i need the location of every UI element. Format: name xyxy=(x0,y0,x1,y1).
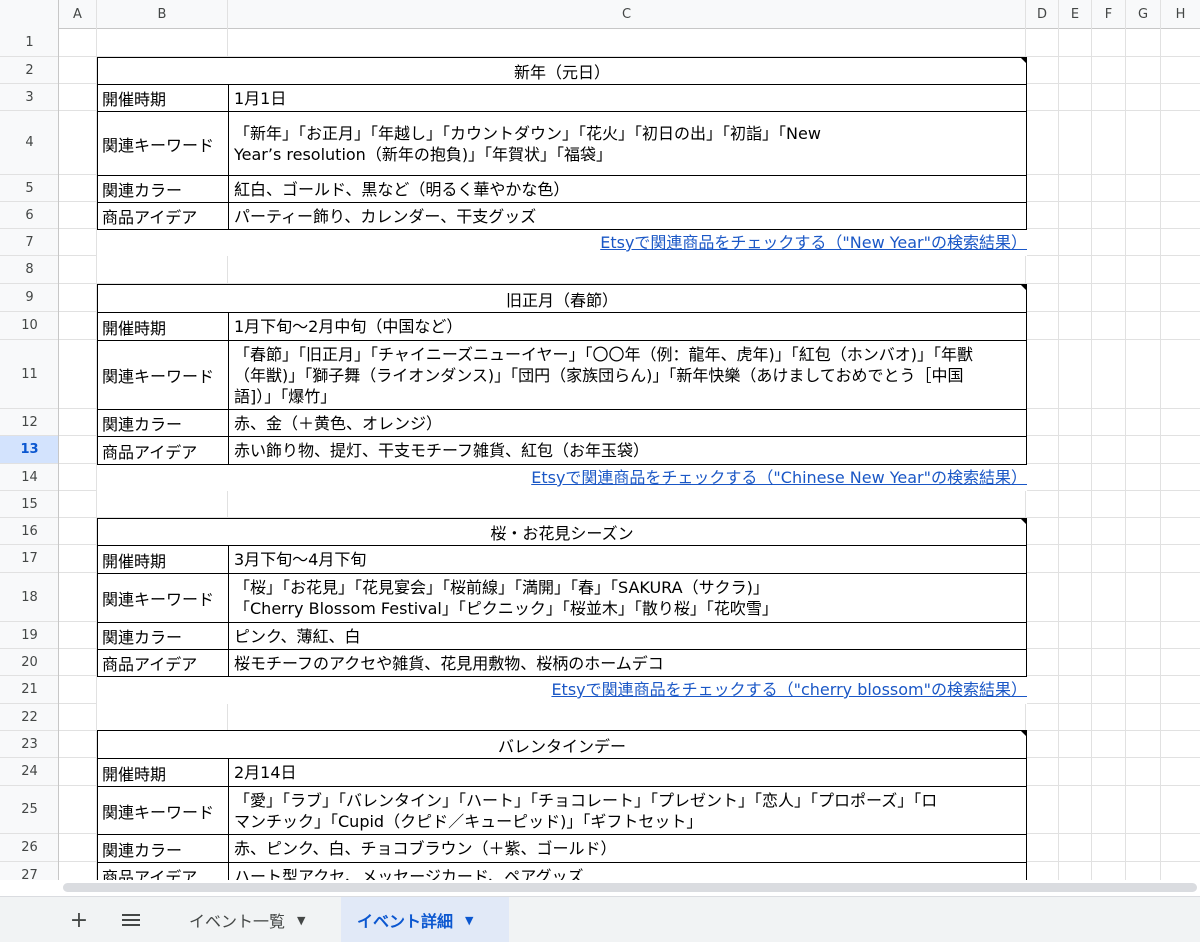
row-header[interactable]: 26 xyxy=(0,834,58,862)
event-title: バレンタインデー xyxy=(497,736,626,756)
spreadsheet-grid[interactable]: 新年（元日） 開催時期 1月1日 関連キーワード 「新年」「お正月」「年越し」「… xyxy=(59,29,1200,880)
tab-event-detail[interactable]: イベント詳細 ▼ xyxy=(341,897,509,942)
row-header[interactable]: 9 xyxy=(0,284,58,312)
event-title: 旧正月（春節） xyxy=(505,290,618,310)
field-label-cell[interactable]: 商品アイデア xyxy=(97,436,229,465)
scrollbar-thumb[interactable] xyxy=(63,883,1197,892)
field-value-cell[interactable]: 「春節」「旧正月」「チャイニーズニューイヤー」「〇〇年（例：龍年、虎年)」「紅包… xyxy=(228,340,1027,410)
field-value-cell[interactable]: 桜モチーフのアクセや雑貨、花見用敷物、桜柄のホームデコ xyxy=(228,649,1027,677)
row-header[interactable]: 21 xyxy=(0,676,58,704)
row-header-active[interactable]: 13 xyxy=(0,436,58,464)
field-value-cell[interactable]: ハート型アクセ、メッセージカード、ペアグッズ xyxy=(228,862,1027,880)
column-header-c[interactable]: C xyxy=(228,0,1026,29)
row-header[interactable]: 14 xyxy=(0,464,58,491)
field-value-cell[interactable]: 2月14日 xyxy=(228,758,1027,787)
event-title-cell[interactable]: 新年（元日） xyxy=(97,57,1027,85)
event-title-cell[interactable]: 桜・お花見シーズン xyxy=(97,518,1027,546)
row-header[interactable]: 2 xyxy=(0,57,58,84)
row-header[interactable]: 18 xyxy=(0,573,58,622)
field-value-cell[interactable]: 紅白、ゴールド、黒など（明るく華やかな色） xyxy=(228,175,1027,203)
row-header[interactable]: 22 xyxy=(0,704,58,731)
event-title-cell[interactable]: 旧正月（春節） xyxy=(97,284,1027,313)
field-label-cell[interactable]: 商品アイデア xyxy=(97,862,229,880)
event-block-cherry-blossom: 桜・お花見シーズン 開催時期 3月下旬〜4月下旬 関連キーワード 「桜」「お花見… xyxy=(97,518,1027,704)
row-header[interactable]: 20 xyxy=(0,649,58,676)
field-label-cell[interactable]: 開催時期 xyxy=(97,84,229,112)
field-label-cell[interactable]: 開催時期 xyxy=(97,312,229,341)
column-header-g[interactable]: G xyxy=(1126,0,1161,29)
field-label-cell[interactable]: 関連カラー xyxy=(97,175,229,203)
etsy-search-link[interactable]: Etsyで関連商品をチェックする（"cherry blossom"の検索結果） xyxy=(551,676,1027,703)
etsy-search-link[interactable]: Etsyで関連商品をチェックする（"Chinese New Year"の検索結果… xyxy=(531,464,1027,491)
row-header[interactable]: 10 xyxy=(0,312,58,340)
field-label-cell[interactable]: 開催時期 xyxy=(97,758,229,787)
etsy-search-link[interactable]: Etsyで関連商品をチェックする（"New Year"の検索結果） xyxy=(600,229,1027,256)
field-value-cell[interactable]: 赤、ピンク、白、チョコブラウン（＋紫、ゴールド） xyxy=(228,834,1027,863)
column-header-b[interactable]: B xyxy=(97,0,228,29)
field-label-cell[interactable]: 関連カラー xyxy=(97,834,229,863)
tab-label: イベント詳細 xyxy=(357,912,454,931)
field-value-cell[interactable]: 赤、金（＋黄色、オレンジ） xyxy=(228,409,1027,437)
caret-down-icon[interactable]: ▼ xyxy=(465,914,473,927)
field-value-cell[interactable]: 「愛」「ラブ」「バレンタイン」「ハート」「チョコレート」「プレゼント」「恋人」「… xyxy=(228,786,1027,835)
row-header[interactable]: 17 xyxy=(0,545,58,573)
field-label-cell[interactable]: 関連カラー xyxy=(97,622,229,650)
field-value-cell[interactable]: 「新年」「お正月」「年越し」「カウントダウン」「花火」「初日の出」「初詣」「Ne… xyxy=(228,111,1027,176)
field-value-cell[interactable]: 「桜」「お花見」「花見宴会」「桜前線」「満開」「春」「SAKURA（サクラ)」「… xyxy=(228,573,1027,623)
select-all-corner[interactable] xyxy=(0,0,59,29)
row-header[interactable]: 7 xyxy=(0,229,58,256)
field-value-cell[interactable]: 1月下旬〜2月中旬（中国など） xyxy=(228,312,1027,341)
column-header-f[interactable]: F xyxy=(1092,0,1126,29)
column-header-bar: A B C D E F G H xyxy=(0,0,1200,29)
row-header[interactable]: 8 xyxy=(0,256,58,284)
field-label-cell[interactable]: 関連キーワード xyxy=(97,573,229,623)
horizontal-scrollbar[interactable] xyxy=(59,880,1200,894)
row-header[interactable]: 23 xyxy=(0,731,58,758)
row-header[interactable]: 6 xyxy=(0,202,58,229)
plus-icon[interactable]: + xyxy=(59,897,99,942)
field-label-cell[interactable]: 関連カラー xyxy=(97,409,229,437)
sheet-tab-bar: + イベント一覧 ▼ イベント詳細 ▼ xyxy=(0,896,1200,942)
caret-down-icon[interactable]: ▼ xyxy=(297,914,305,927)
row-header[interactable]: 3 xyxy=(0,84,58,111)
row-header-bar: 1 2 3 4 5 6 7 8 9 10 11 12 13 14 15 16 1… xyxy=(0,29,59,880)
column-header-e[interactable]: E xyxy=(1059,0,1092,29)
event-title: 新年（元日） xyxy=(513,63,610,82)
event-block-lunar-new-year: 旧正月（春節） 開催時期 1月下旬〜2月中旬（中国など） 関連キーワード 「春節… xyxy=(97,284,1027,491)
field-label-cell[interactable]: 開催時期 xyxy=(97,545,229,574)
row-header[interactable]: 25 xyxy=(0,786,58,834)
event-title-cell[interactable]: バレンタインデー xyxy=(97,730,1027,759)
field-label-cell[interactable]: 商品アイデア xyxy=(97,649,229,677)
field-label-cell[interactable]: 関連キーワード xyxy=(97,111,229,176)
event-block-new-year: 新年（元日） 開催時期 1月1日 関連キーワード 「新年」「お正月」「年越し」「… xyxy=(97,57,1027,256)
event-title: 桜・お花見シーズン xyxy=(490,524,634,543)
list-icon[interactable] xyxy=(111,897,151,942)
column-header-h[interactable]: H xyxy=(1161,0,1200,29)
row-header[interactable]: 15 xyxy=(0,491,58,518)
field-label-cell[interactable]: 関連キーワード xyxy=(97,786,229,835)
row-header[interactable]: 11 xyxy=(0,340,58,409)
row-header[interactable]: 12 xyxy=(0,409,58,436)
event-block-valentines-day: バレンタインデー 開催時期 2月14日 関連キーワード 「愛」「ラブ」「バレンタ… xyxy=(97,730,1027,880)
row-header[interactable]: 24 xyxy=(0,758,58,786)
field-value-cell[interactable]: 赤い飾り物、提灯、干支モチーフ雑貨、紅包（お年玉袋） xyxy=(228,436,1027,465)
row-header[interactable]: 19 xyxy=(0,622,58,649)
row-header[interactable]: 5 xyxy=(0,175,58,202)
field-value-cell[interactable]: 3月下旬〜4月下旬 xyxy=(228,545,1027,574)
row-header[interactable]: 4 xyxy=(0,111,58,175)
row-header[interactable]: 27 xyxy=(0,862,58,881)
row-header[interactable]: 16 xyxy=(0,518,58,545)
tab-label: イベント一覧 xyxy=(189,912,286,931)
field-value-cell[interactable]: 1月1日 xyxy=(228,84,1027,112)
field-label-cell[interactable]: 商品アイデア xyxy=(97,202,229,230)
column-header-d[interactable]: D xyxy=(1026,0,1059,29)
field-value-cell[interactable]: パーティー飾り、カレンダー、干支グッズ xyxy=(228,202,1027,230)
row-header[interactable]: 1 xyxy=(0,29,58,57)
column-header-a[interactable]: A xyxy=(59,0,97,29)
field-label-cell[interactable]: 関連キーワード xyxy=(97,340,229,410)
tab-event-list[interactable]: イベント一覧 ▼ xyxy=(173,897,321,942)
field-value-cell[interactable]: ピンク、薄紅、白 xyxy=(228,622,1027,650)
